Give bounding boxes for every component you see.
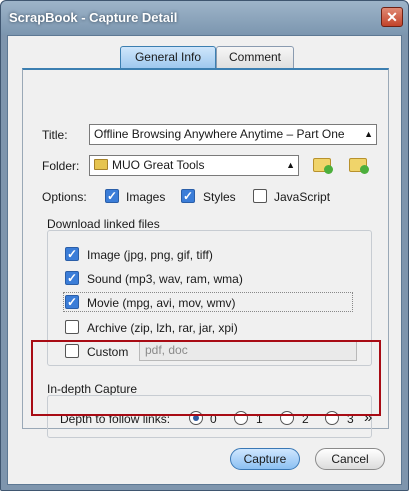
styles-checkbox[interactable]: ✓ <box>181 189 195 203</box>
archive-files-label: Archive (zip, lzh, rar, jar, xpi) <box>87 321 238 335</box>
folder-combobox[interactable]: MUO Great Tools ▲ <box>89 155 299 176</box>
download-group-title: Download linked files <box>47 217 160 231</box>
capture-button-label: Capture <box>243 452 287 466</box>
image-files-label: Image (jpg, png, gif, tiff) <box>87 248 213 262</box>
sound-files-label: Sound (mp3, wav, ram, wma) <box>87 272 243 286</box>
movie-files-checkbox[interactable]: ✓ <box>65 295 79 309</box>
dialog-client-area: General Info Comment Title: Offline Brow… <box>7 35 402 485</box>
cancel-button[interactable]: Cancel <box>315 448 385 470</box>
options-label: Options: <box>42 190 87 204</box>
new-folder-icon[interactable] <box>313 158 333 174</box>
title-bar[interactable]: ScrapBook - Capture Detail ✕ <box>1 1 408 35</box>
tab-general-info-label: General Info <box>134 50 202 64</box>
movie-files-label: Movie (mpg, avi, mov, wmv) <box>87 296 236 310</box>
window-title: ScrapBook - Capture Detail <box>9 10 178 25</box>
javascript-label: JavaScript <box>274 190 331 204</box>
title-combobox[interactable]: Offline Browsing Anywhere Anytime – Part… <box>89 124 377 145</box>
images-label: Images <box>126 190 166 204</box>
capture-detail-window: ScrapBook - Capture Detail ✕ General Inf… <box>0 0 409 491</box>
highlight-annotation-box <box>31 340 381 416</box>
title-label: Title: <box>42 128 68 142</box>
sound-files-checkbox[interactable]: ✓ <box>65 271 79 285</box>
styles-label: Styles <box>203 190 236 204</box>
chevron-down-icon: ▲ <box>364 129 373 139</box>
tab-comment-label: Comment <box>228 50 281 64</box>
open-folder-icon[interactable] <box>349 158 369 174</box>
image-files-checkbox[interactable]: ✓ <box>65 247 79 261</box>
tab-general-info[interactable]: General Info <box>120 46 216 69</box>
capture-button[interactable]: Capture <box>230 448 300 470</box>
folder-value: MUO Great Tools <box>112 158 205 172</box>
javascript-checkbox[interactable] <box>253 189 267 203</box>
archive-files-checkbox[interactable] <box>65 320 79 334</box>
chevron-down-icon: ▲ <box>286 160 295 170</box>
folder-label: Folder: <box>42 159 80 173</box>
cancel-button-label: Cancel <box>331 452 369 466</box>
close-icon: ✕ <box>386 9 398 25</box>
close-button[interactable]: ✕ <box>381 7 403 27</box>
images-checkbox[interactable]: ✓ <box>105 189 119 203</box>
folder-icon <box>94 159 108 170</box>
title-value: Offline Browsing Anywhere Anytime – Part… <box>94 127 345 141</box>
tab-comment[interactable]: Comment <box>216 46 294 69</box>
